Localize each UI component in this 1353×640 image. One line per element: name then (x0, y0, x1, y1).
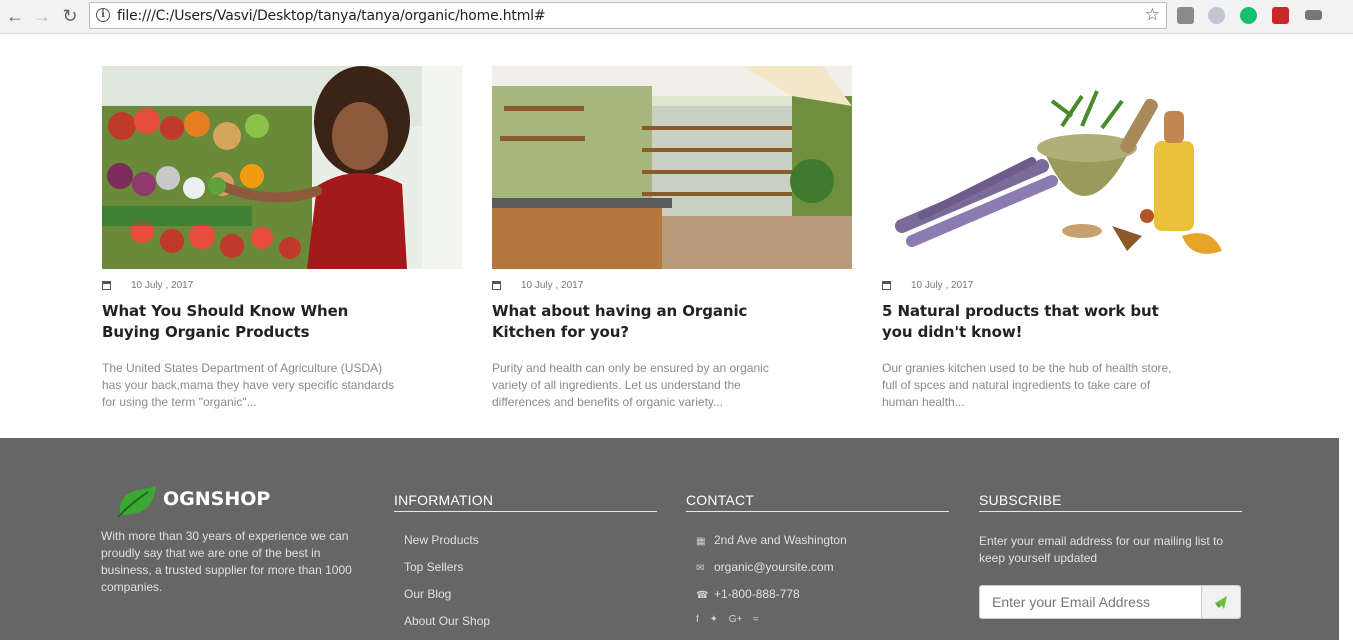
rss-icon[interactable]: ≈ (753, 614, 759, 625)
post-meta: 10 July , 2017 (882, 280, 1242, 293)
send-button[interactable] (1201, 585, 1241, 619)
leaf-icon (117, 486, 156, 518)
back-icon[interactable]: ← (4, 5, 26, 27)
subscribe-text: Enter your email address for our mailing… (979, 534, 1224, 565)
extension-icon[interactable] (1177, 7, 1194, 24)
contact-email[interactable]: ✉ organic@yoursite.com (686, 560, 949, 587)
post-title[interactable]: What about having an Organic Kitchen for… (492, 301, 782, 343)
contact-address: ▦ 2nd Ave and Washington (686, 533, 949, 560)
address-bar[interactable]: i file:///C:/Users/Vasvi/Desktop/tanya/t… (89, 2, 1167, 29)
market-woman-image[interactable] (102, 66, 462, 269)
skype-extension-icon[interactable] (1208, 7, 1225, 24)
phone-icon: ☎ (696, 590, 709, 601)
contact-heading: CONTACT (686, 492, 949, 512)
subscribe-heading: SUBSCRIBE (979, 492, 1242, 512)
post-date: 10 July , 2017 (131, 280, 194, 291)
email-text[interactable]: organic@yoursite.com (714, 560, 834, 574)
blog-card: 10 July , 2017 What You Should Know When… (102, 66, 462, 411)
subscribe-column: SUBSCRIBE Enter your email address for o… (979, 492, 1242, 619)
post-meta: 10 July , 2017 (102, 280, 462, 293)
footer-link-new-products[interactable]: New Products (394, 533, 657, 560)
post-excerpt: The United States Department of Agricult… (102, 361, 395, 409)
contact-phone: ☎ +1-800-888-778 (686, 587, 949, 614)
footer-link-top-sellers[interactable]: Top Sellers (394, 560, 657, 587)
site-footer: OGNSHOP With more than 30 years of exper… (0, 438, 1339, 640)
blog-card: 10 July , 2017 5 Natural products that w… (882, 66, 1242, 411)
post-meta: 10 July , 2017 (492, 280, 852, 293)
building-icon: ▦ (696, 536, 706, 547)
footer-about: With more than 30 years of experience we… (101, 529, 352, 594)
post-date: 10 July , 2017 (521, 280, 584, 291)
post-excerpt: Purity and health can only be ensured by… (492, 361, 769, 409)
footer-link-about-our-shop[interactable]: About Our Shop (394, 614, 657, 640)
reload-icon[interactable]: ↻ (59, 5, 81, 27)
url-text[interactable]: file:///C:/Users/Vasvi/Desktop/tanya/tan… (117, 8, 546, 24)
information-column: INFORMATION New Products Top Sellers Our… (394, 492, 657, 640)
info-icon[interactable]: i (96, 8, 110, 22)
post-title[interactable]: 5 Natural products that work but you did… (882, 301, 1172, 343)
footer-link-our-blog[interactable]: Our Blog (394, 587, 657, 614)
post-excerpt: Our granies kitchen used to be the hub o… (882, 361, 1172, 409)
facebook-icon[interactable]: f (696, 614, 699, 625)
paper-plane-icon (1215, 596, 1227, 609)
calendar-icon (492, 281, 501, 290)
email-input[interactable] (979, 585, 1202, 619)
post-date: 10 July , 2017 (911, 280, 974, 291)
menu-extension-icon[interactable] (1305, 10, 1322, 20)
forward-icon[interactable]: → (31, 5, 53, 27)
subscribe-form (979, 585, 1241, 619)
bookmark-star-icon[interactable]: ☆ (1145, 5, 1160, 25)
bookmark-extension-icon[interactable] (1272, 7, 1289, 24)
brand-name: OGNSHOP (163, 488, 271, 510)
address-text: 2nd Ave and Washington (714, 533, 847, 547)
phone-text: +1-800-888-778 (714, 587, 800, 601)
calendar-icon (102, 281, 111, 290)
kitchen-image[interactable] (492, 66, 852, 269)
social-links: f ✦ G+ ≈ (686, 614, 949, 625)
calendar-icon (882, 281, 891, 290)
contact-column: CONTACT ▦ 2nd Ave and Washington ✉ organic… (686, 492, 949, 625)
twitter-icon[interactable]: ✦ (710, 614, 718, 625)
herbs-image[interactable] (882, 66, 1242, 269)
browser-toolbar: ← → ↻ i file:///C:/Users/Vasvi/Desktop/t… (0, 0, 1353, 34)
blog-card: 10 July , 2017 What about having an Orga… (492, 66, 852, 411)
google-plus-icon[interactable]: G+ (729, 614, 743, 625)
envelope-icon: ✉ (696, 563, 705, 574)
information-heading: INFORMATION (394, 492, 657, 512)
post-title[interactable]: What You Should Know When Buying Organic… (102, 301, 392, 343)
grammarly-extension-icon[interactable] (1240, 7, 1257, 24)
